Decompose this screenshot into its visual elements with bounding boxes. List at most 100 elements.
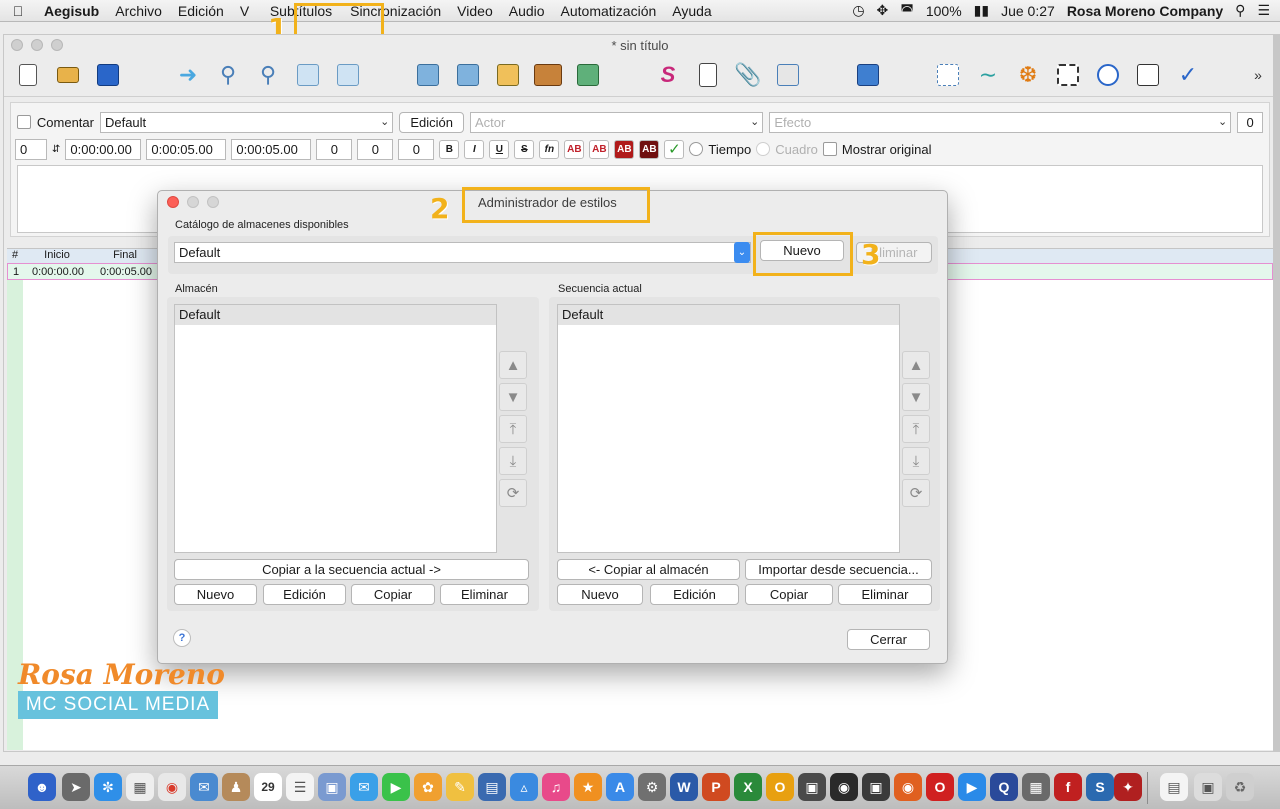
effect-field[interactable]: Efecto ⌄: [769, 111, 1232, 133]
strikeout-button[interactable]: S: [514, 139, 535, 159]
end-time-field[interactable]: 0:00:05.00: [146, 138, 227, 160]
firefox-icon[interactable]: ◉: [894, 773, 922, 801]
film-icon[interactable]: [532, 59, 564, 91]
numbers-icon[interactable]: ▤: [478, 773, 506, 801]
toolbar-overflow-icon[interactable]: »: [1242, 59, 1274, 91]
timing-postprocessor-icon[interactable]: ∼: [972, 59, 1004, 91]
time-radio[interactable]: [689, 142, 704, 156]
storage-copy-button[interactable]: Copiar: [351, 584, 435, 605]
grid-col-number[interactable]: #: [7, 249, 23, 263]
outlook-icon[interactable]: O: [766, 773, 794, 801]
translation-assistant-icon[interactable]: [1132, 59, 1164, 91]
start-time-field[interactable]: 0:00:00.00: [65, 138, 142, 160]
automation-icon[interactable]: [852, 59, 884, 91]
new-file-icon[interactable]: [12, 59, 44, 91]
storage-new-button[interactable]: Nuevo: [174, 584, 257, 605]
current-delete-button[interactable]: Eliminar: [838, 584, 932, 605]
menu-edicion[interactable]: Edición: [170, 3, 232, 19]
mail-icon[interactable]: ✉: [190, 773, 218, 801]
bold-button[interactable]: B: [439, 139, 460, 159]
resample-icon[interactable]: [932, 59, 964, 91]
secondary-color-button[interactable]: AB: [589, 139, 610, 159]
styles-manager-icon[interactable]: S: [652, 59, 684, 91]
video-details-icon[interactable]: [412, 59, 444, 91]
open-folder-icon[interactable]: [52, 59, 84, 91]
flash-icon[interactable]: f: [1054, 773, 1082, 801]
preview-icon[interactable]: ▣: [318, 773, 346, 801]
camera-icon[interactable]: ▣: [862, 773, 890, 801]
storage-style-list[interactable]: Default: [174, 304, 497, 553]
shadow-color-button[interactable]: AB: [639, 139, 660, 159]
video-grid-icon[interactable]: [572, 59, 604, 91]
save-icon[interactable]: [92, 59, 124, 91]
stickies-icon[interactable]: ✎: [446, 773, 474, 801]
finder-icon[interactable]: ☻: [28, 773, 56, 801]
video-snap-icon[interactable]: [452, 59, 484, 91]
menu-video[interactable]: Video: [449, 3, 501, 19]
commit-check-icon[interactable]: ✓: [664, 139, 685, 159]
grid-col-end[interactable]: Final: [91, 249, 159, 263]
facetime-icon[interactable]: ▶: [382, 773, 410, 801]
kanji-timer-icon[interactable]: ❆: [1012, 59, 1044, 91]
keynote-icon[interactable]: ▵: [510, 773, 538, 801]
outline-color-button[interactable]: AB: [614, 139, 635, 159]
menu-app[interactable]: Aegisub: [36, 3, 107, 19]
actor-field[interactable]: Actor ⌄: [469, 111, 764, 133]
list-item[interactable]: Default: [175, 305, 496, 325]
time-machine-icon[interactable]: ◷: [852, 2, 864, 19]
list-item[interactable]: Default: [558, 305, 899, 325]
quicktime-icon[interactable]: Q: [990, 773, 1018, 801]
shift-times-icon[interactable]: [1092, 59, 1124, 91]
margin-vertical-field[interactable]: 0: [398, 138, 435, 160]
photo-booth-icon[interactable]: ◉: [830, 773, 858, 801]
spotlight-search-icon[interactable]: ⚲: [1235, 2, 1245, 19]
select-lines-icon[interactable]: [1052, 59, 1084, 91]
catalog-select[interactable]: Default ⌄: [174, 242, 751, 263]
style-select[interactable]: Default ⌄: [99, 111, 394, 133]
aegisub-icon[interactable]: S: [1086, 773, 1114, 801]
messages-icon[interactable]: ✉: [350, 773, 378, 801]
close-button[interactable]: Cerrar: [847, 629, 930, 650]
duration-field[interactable]: 0:00:05.00: [231, 138, 312, 160]
notes-icon[interactable]: ☰: [286, 773, 314, 801]
photos-icon[interactable]: ✿: [414, 773, 442, 801]
margin-right-field[interactable]: 0: [357, 138, 394, 160]
notification-center-icon[interactable]: ☰: [1257, 2, 1270, 19]
properties-icon[interactable]: [692, 59, 724, 91]
import-from-script-button[interactable]: Importar desde secuencia...: [745, 559, 932, 580]
jump-end-icon[interactable]: [332, 59, 364, 91]
zoom-icon[interactable]: ▶: [958, 773, 986, 801]
fonts-collector-icon[interactable]: [772, 59, 804, 91]
storage-edit-button[interactable]: Edición: [263, 584, 346, 605]
jump-start-icon[interactable]: [292, 59, 324, 91]
chrome-icon[interactable]: ◉: [158, 773, 186, 801]
grid-icon[interactable]: [492, 59, 524, 91]
opera-icon[interactable]: O: [926, 773, 954, 801]
grid-col-start[interactable]: Inicio: [23, 249, 91, 263]
copy-to-storage-button[interactable]: <- Copiar al almacén: [557, 559, 740, 580]
layer-field[interactable]: 0: [15, 138, 47, 160]
archive-icon[interactable]: ▦: [1022, 773, 1050, 801]
menu-ayuda[interactable]: Ayuda: [664, 3, 719, 19]
calendar-icon[interactable]: 29: [254, 773, 282, 801]
underline-button[interactable]: U: [489, 139, 510, 159]
app-icon[interactable]: ✦: [1114, 773, 1142, 801]
excel-icon[interactable]: X: [734, 773, 762, 801]
word-icon[interactable]: W: [670, 773, 698, 801]
primary-color-button[interactable]: AB: [564, 139, 585, 159]
powerpoint-icon[interactable]: P: [702, 773, 730, 801]
menu-audio[interactable]: Audio: [501, 3, 553, 19]
current-edit-button[interactable]: Edición: [650, 584, 739, 605]
app-store-icon[interactable]: A: [606, 773, 634, 801]
layer-stepper-icon[interactable]: ⇵: [52, 144, 60, 155]
comment-checkbox[interactable]: [17, 115, 31, 129]
zoom-in-icon[interactable]: ⚲: [212, 59, 244, 91]
help-icon[interactable]: ?: [173, 629, 191, 647]
apple-icon[interactable]: : [0, 3, 36, 19]
safari-icon[interactable]: ✼: [94, 773, 122, 801]
current-copy-button[interactable]: Copiar: [745, 584, 833, 605]
system-preferences-icon[interactable]: ⚙: [638, 773, 666, 801]
storage-delete-button[interactable]: Eliminar: [440, 584, 529, 605]
trash-icon[interactable]: ♻: [1226, 773, 1254, 801]
zoom-out-icon[interactable]: ⚲: [252, 59, 284, 91]
